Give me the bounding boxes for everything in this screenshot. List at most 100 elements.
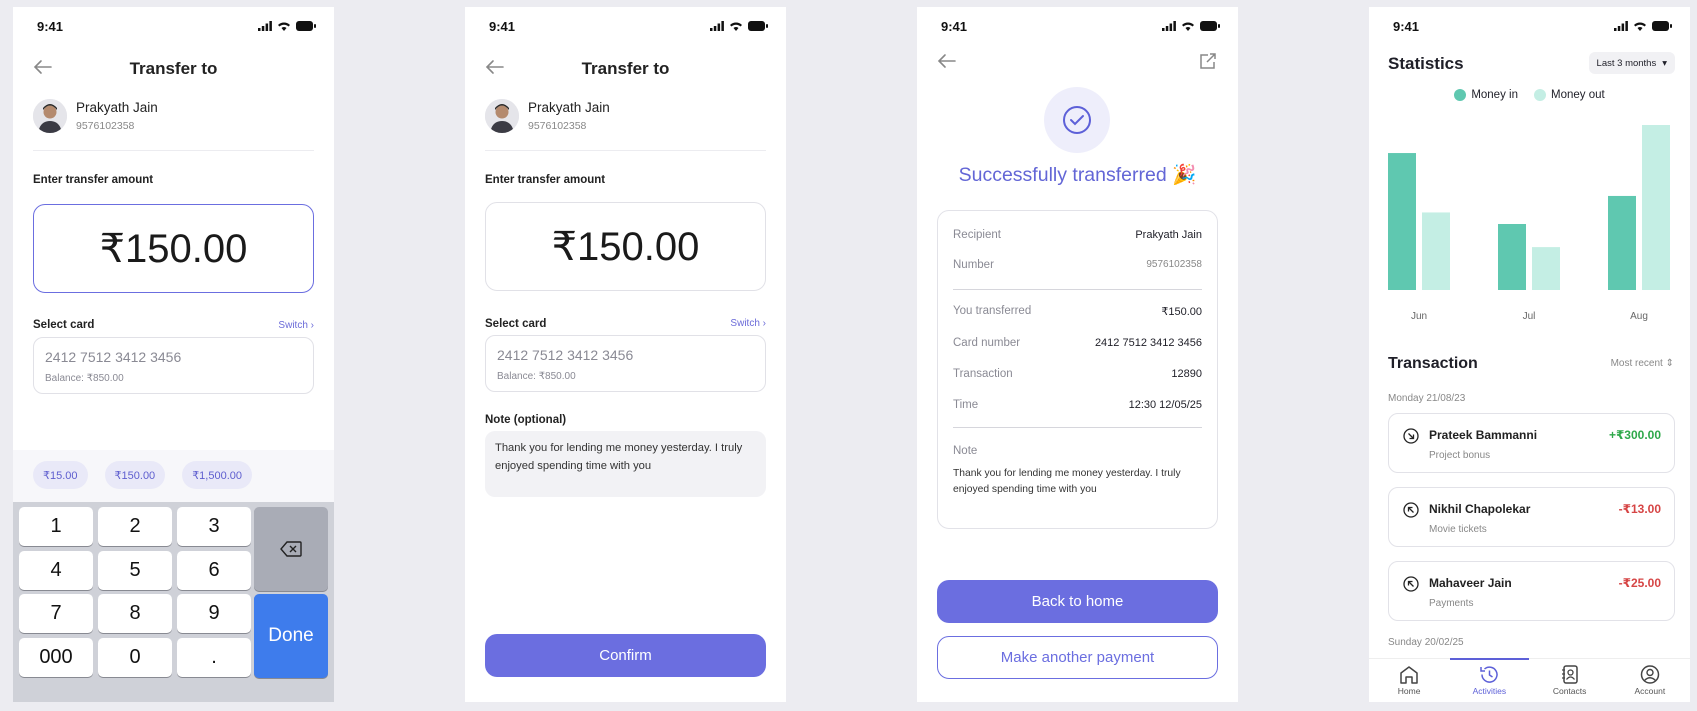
key-3[interactable]: 3	[177, 507, 251, 546]
divider	[953, 289, 1202, 290]
status-bar: 9:41	[37, 18, 316, 34]
nav-account[interactable]: Account	[1610, 659, 1690, 702]
back-arrow-icon[interactable]	[937, 51, 957, 71]
transferred-label: You transferred	[953, 305, 1032, 317]
status-icons	[1162, 21, 1220, 31]
quick-amount-chips: ₹15.00 ₹150.00 ₹1,500.00	[13, 450, 334, 502]
day-label: Sunday 20/02/25	[1388, 637, 1464, 648]
divider	[953, 427, 1202, 428]
bar-jun-money-in	[1388, 153, 1416, 290]
share-icon[interactable]	[1198, 51, 1218, 71]
status-bar: 9:41	[489, 18, 768, 34]
transaction-title: Transaction	[1388, 355, 1478, 372]
key-9[interactable]: 9	[177, 594, 251, 633]
history-icon	[1480, 666, 1499, 683]
recipient-label: Recipient	[953, 229, 1001, 241]
nav-home[interactable]: Home	[1369, 659, 1449, 702]
amount-input[interactable]: ₹150.00	[33, 204, 314, 293]
card-number: 2412 7512 3412 3456	[45, 349, 182, 365]
nav-activities[interactable]: Activities	[1449, 658, 1529, 702]
select-card-label: Select card	[33, 319, 95, 331]
x-tick-label: Jun	[1411, 311, 1427, 322]
key-1[interactable]: 1	[19, 507, 93, 546]
key-000[interactable]: 000	[19, 638, 93, 677]
transaction-note: Project bonus	[1429, 450, 1491, 461]
battery-icon	[1200, 21, 1220, 31]
signal-icon	[1162, 21, 1176, 31]
key-0[interactable]: 0	[98, 638, 172, 677]
status-time: 9:41	[37, 18, 64, 34]
nav-label: Home	[1397, 686, 1421, 696]
amount-label: Enter transfer amount	[33, 174, 154, 186]
sort-dropdown[interactable]: Most recent ⇕	[1611, 358, 1674, 369]
key-4[interactable]: 4	[19, 551, 93, 590]
wifi-icon	[730, 22, 742, 31]
avatar	[485, 99, 519, 133]
key-8[interactable]: 8	[98, 594, 172, 633]
status-icons	[710, 21, 768, 31]
key-6[interactable]: 6	[177, 551, 251, 590]
transaction-row[interactable]: Prateek Bammanni Project bonus +₹300.00	[1388, 413, 1675, 473]
signal-icon	[1614, 21, 1628, 31]
key-7[interactable]: 7	[19, 594, 93, 633]
backspace-key[interactable]	[254, 507, 328, 591]
range-dropdown[interactable]: Last 3 months ▾	[1588, 52, 1675, 74]
back-to-home-button[interactable]: Back to home	[937, 580, 1218, 623]
recipient-info: Prakyath Jain 9576102358	[485, 99, 610, 133]
bar-chart: Jun Jul Aug	[1388, 125, 1670, 322]
success-title: Successfully transferred 🎉	[958, 164, 1197, 186]
recipient-info: Prakyath Jain 9576102358	[33, 99, 158, 133]
key-dot[interactable]: .	[177, 638, 251, 677]
switch-label: Switch	[278, 320, 308, 331]
numeric-keypad: 1 2 3 4 5 6 7 8 9 000 0 . Done	[13, 502, 334, 702]
transaction-label: Transaction	[953, 368, 1013, 380]
key-2[interactable]: 2	[98, 507, 172, 546]
battery-icon	[748, 21, 768, 31]
wifi-icon	[278, 22, 290, 31]
battery-icon	[296, 21, 316, 31]
confirm-button[interactable]: Confirm	[485, 634, 766, 677]
transfer-amount-screen: 9:41 Transfer to Prakyath Jain 957610235…	[13, 7, 334, 702]
done-key[interactable]: Done	[254, 594, 328, 678]
number-value: 9576102358	[1146, 259, 1202, 270]
card-selector[interactable]: 2412 7512 3412 3456 Balance: ₹850.00	[33, 337, 314, 394]
switch-card-button[interactable]: Switch ›	[730, 318, 766, 329]
legend-label: Money out	[1550, 89, 1605, 101]
card-balance: Balance: ₹850.00	[497, 371, 576, 382]
note-label: Note (optional)	[485, 414, 567, 426]
bar-jul-money-out	[1532, 247, 1560, 290]
caret-down-icon: ▾	[1662, 57, 1667, 69]
chart-legend: Money in Money out	[1369, 89, 1690, 101]
recipient-name: Prakyath Jain	[76, 100, 158, 115]
transaction-note: Payments	[1429, 598, 1474, 609]
page-title: Transfer to	[129, 59, 218, 78]
statistics-screen: 9:41 Statistics Last 3 months ▾ Money in …	[1369, 7, 1690, 702]
check-circle-icon	[1063, 106, 1091, 134]
nav-contacts[interactable]: Contacts	[1530, 659, 1610, 702]
divider	[485, 150, 766, 151]
status-time: 9:41	[941, 18, 968, 34]
recipient-value: Prakyath Jain	[1135, 229, 1202, 241]
transaction-row[interactable]: Mahaveer Jain Payments -₹25.00	[1388, 561, 1675, 621]
nav-label: Activities	[1472, 686, 1507, 696]
note-input[interactable]: Thank you for lending me money yesterday…	[485, 431, 766, 497]
quick-amount-chip[interactable]: ₹150.00	[104, 461, 166, 489]
transaction-row[interactable]: Nikhil Chapolekar Movie tickets -₹13.00	[1388, 487, 1675, 547]
key-5[interactable]: 5	[98, 551, 172, 590]
status-icons	[258, 21, 316, 31]
transfer-note-screen: 9:41 Transfer to Prakyath Jain 957610235…	[465, 7, 786, 702]
quick-amount-chip[interactable]: ₹1,500.00	[182, 461, 253, 489]
card-selector[interactable]: 2412 7512 3412 3456 Balance: ₹850.00	[485, 335, 766, 392]
day-label: Monday 21/08/23	[1388, 393, 1466, 404]
status-bar: 9:41	[1393, 18, 1672, 34]
page-title: Transfer to	[581, 59, 670, 78]
arrow-down-right-icon	[1403, 428, 1419, 444]
amount-input[interactable]: ₹150.00	[485, 202, 766, 291]
quick-amount-chip[interactable]: ₹15.00	[33, 461, 88, 489]
chevron-right-icon: ›	[762, 318, 766, 329]
card-number-value: 2412 7512 3412 3456	[1094, 337, 1202, 349]
make-another-payment-button[interactable]: Make another payment	[937, 636, 1218, 679]
sort-label: Most recent	[1610, 358, 1663, 369]
switch-card-button[interactable]: Switch ›	[278, 320, 314, 331]
transaction-name: Nikhil Chapolekar	[1429, 502, 1531, 516]
